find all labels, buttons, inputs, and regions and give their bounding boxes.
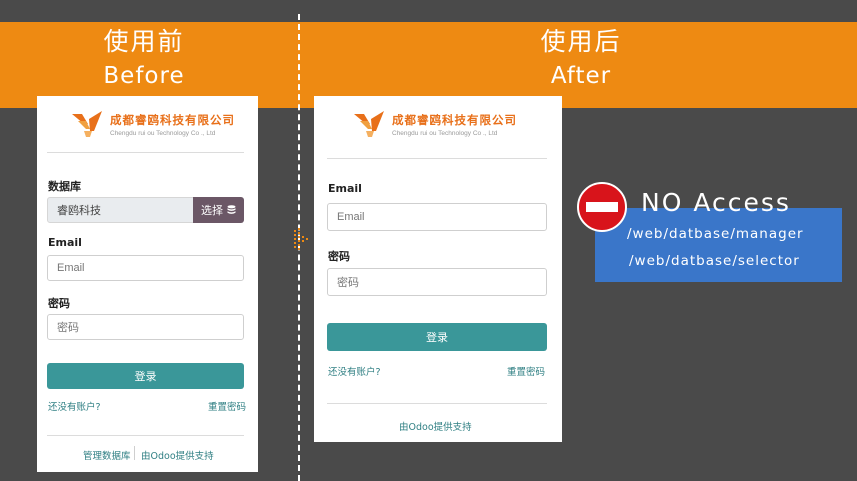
before-password-field[interactable]: 密码	[47, 314, 244, 340]
company-subtitle: Chengdu rui ou Technology Co ., Ltd	[110, 129, 216, 137]
logo-mark-icon	[72, 111, 102, 137]
database-field: 睿鸥科技	[47, 197, 195, 223]
company-name: 成都睿鸥科技有限公司	[392, 112, 517, 127]
after-reset-password-link[interactable]: 重置密码	[507, 364, 545, 378]
before-footer-divider	[47, 435, 244, 436]
before-no-account-link[interactable]: 还没有账户?	[48, 399, 101, 413]
after-no-account-link[interactable]: 还没有账户?	[328, 364, 381, 378]
before-header-divider	[47, 152, 244, 153]
database-icon	[227, 205, 236, 214]
after-heading-en: After	[550, 63, 612, 89]
after-powered-by-link[interactable]: 由Odoo提供支持	[399, 419, 472, 433]
before-email-label: Email	[48, 236, 82, 249]
before-heading-zh: 使用前	[103, 27, 185, 56]
logo-mark-icon	[354, 111, 384, 137]
before-password-label: 密码	[48, 297, 70, 310]
no-access-path-manager: /web/datbase/manager	[627, 226, 804, 242]
before-reset-password-link[interactable]: 重置密码	[208, 399, 246, 413]
no-entry-icon	[577, 182, 627, 232]
after-company-logo: 成都睿鸥科技有限公司 Chengdu rui ou Technology Co …	[354, 111, 517, 137]
no-access-title: NO Access	[641, 188, 791, 217]
before-heading: 使用前 Before	[84, 26, 204, 92]
after-email-field[interactable]: Email	[327, 203, 547, 231]
select-database-button[interactable]: 选择	[193, 197, 244, 223]
no-access-path-selector: /web/datbase/selector	[629, 253, 800, 269]
before-heading-en: Before	[103, 63, 185, 89]
comparison-arrows-icon	[294, 228, 308, 250]
manage-databases-link[interactable]: 管理数据库	[83, 448, 131, 462]
after-email-label: Email	[328, 182, 362, 195]
before-email-field[interactable]: Email	[47, 255, 244, 281]
after-footer-divider	[327, 403, 547, 404]
no-access-box	[595, 208, 842, 282]
after-password-field[interactable]: 密码	[327, 268, 547, 296]
after-heading-zh: 使用后	[540, 27, 622, 56]
before-login-button[interactable]: 登录	[47, 363, 244, 389]
before-powered-by-link[interactable]: 由Odoo提供支持	[141, 448, 214, 462]
company-name: 成都睿鸥科技有限公司	[110, 112, 235, 127]
after-header-divider	[327, 158, 547, 159]
select-button-label: 选择	[201, 204, 223, 217]
database-label: 数据库	[48, 180, 81, 193]
before-company-logo: 成都睿鸥科技有限公司 Chengdu rui ou Technology Co …	[72, 111, 235, 137]
footer-separator	[134, 446, 135, 460]
company-subtitle: Chengdu rui ou Technology Co ., Ltd	[392, 129, 498, 137]
after-password-label: 密码	[328, 250, 350, 263]
after-heading: 使用后 After	[521, 26, 641, 92]
after-login-button[interactable]: 登录	[327, 323, 547, 351]
